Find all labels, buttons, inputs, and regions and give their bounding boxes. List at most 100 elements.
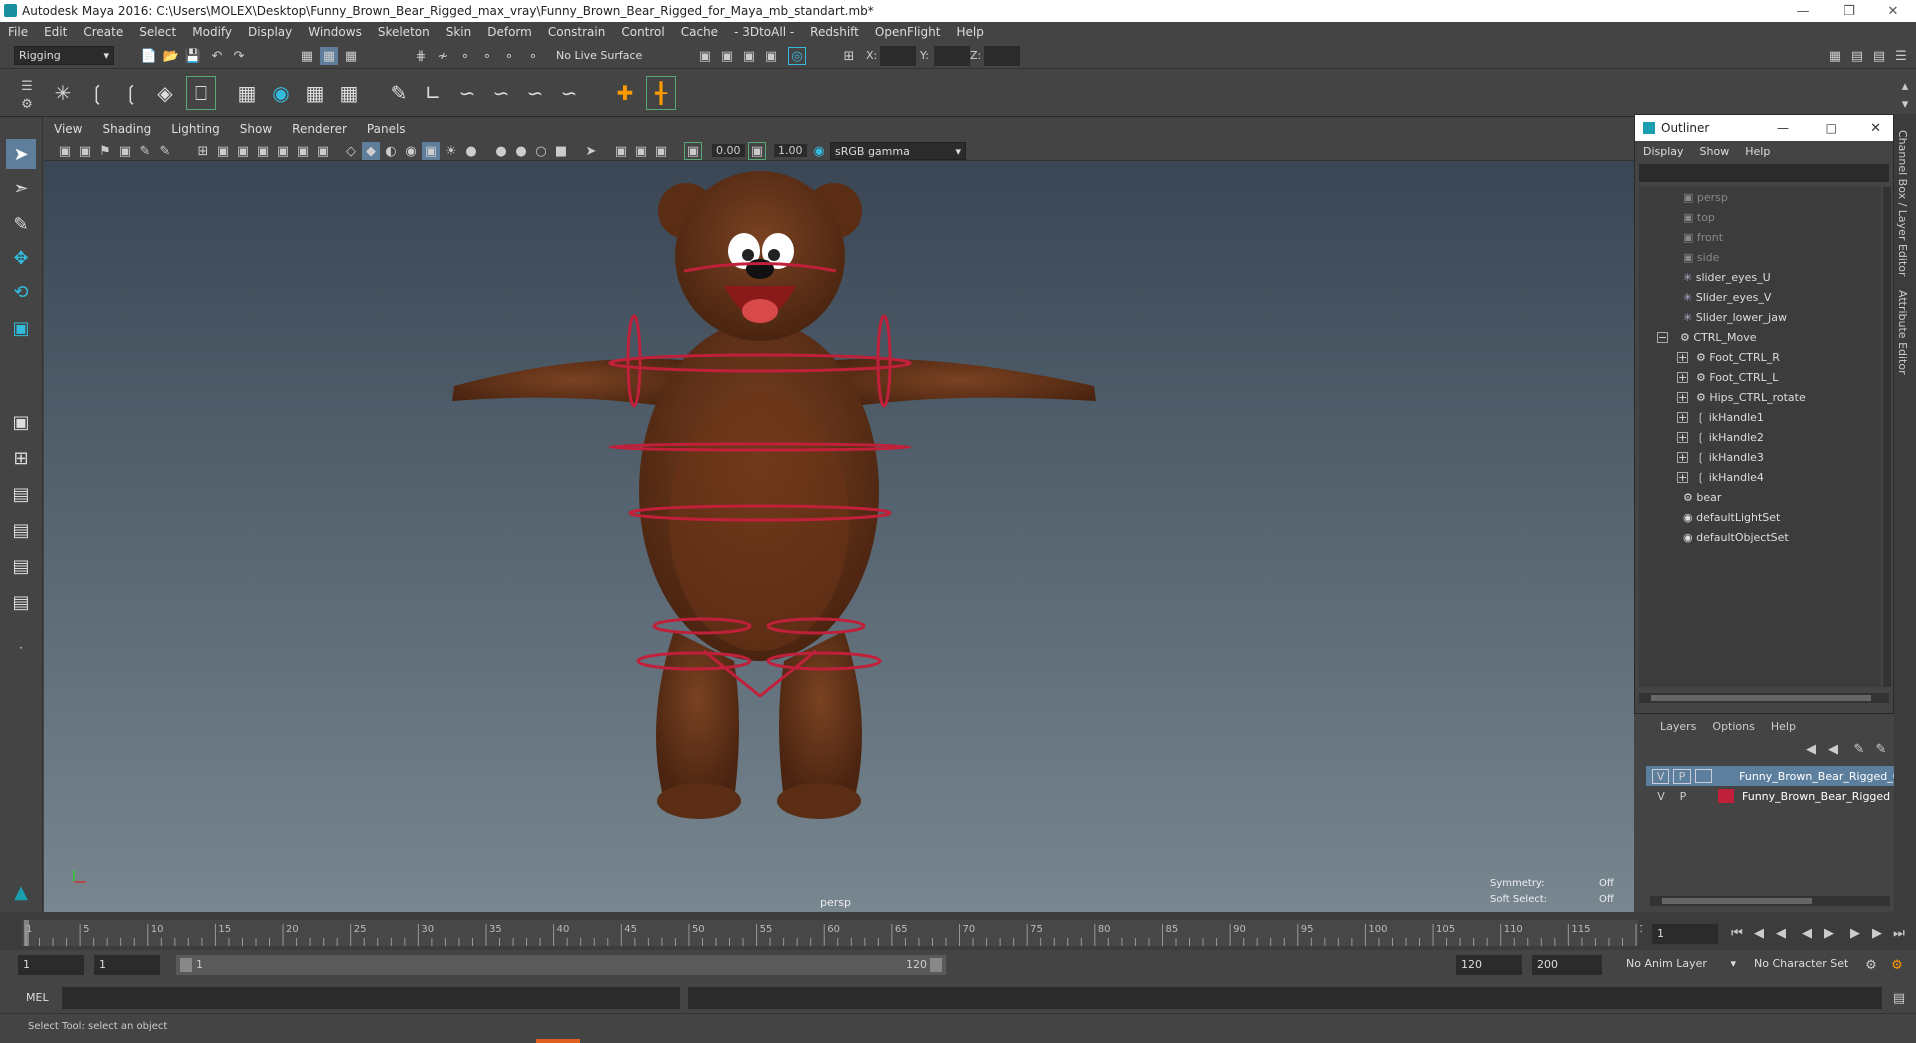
expand-icon[interactable]: + <box>1677 391 1688 403</box>
mel-label[interactable]: MEL <box>26 991 49 1004</box>
menu-skin[interactable]: Skin <box>438 25 480 39</box>
panel-menu-view[interactable]: View <box>44 122 92 136</box>
resolution-gate-icon[interactable]: ▣ <box>234 142 252 160</box>
time-slider[interactable]: 1 5 10 15 20 25 30 35 40 45 50 55 60 65 70 75 80 85 90 95 10… <box>0 912 1916 950</box>
scale-tool-icon[interactable]: ▣ <box>6 313 36 343</box>
x-field[interactable] <box>880 46 916 66</box>
safe-action-icon[interactable]: ▣ <box>294 142 312 160</box>
panel-menu-panels[interactable]: Panels <box>357 122 416 136</box>
character-set-dropdown[interactable]: No Character Set <box>1750 955 1862 974</box>
current-time-indicator[interactable] <box>24 920 29 946</box>
joint-tool-icon[interactable]: ✳ <box>48 76 78 110</box>
ipr-render-icon[interactable]: ▣ <box>740 47 758 65</box>
save-scene-icon[interactable]: 💾 <box>184 47 202 65</box>
list-item[interactable]: ▣ front <box>1683 227 1723 247</box>
list-item[interactable]: ▣ persp <box>1683 187 1728 207</box>
play-backwards-icon[interactable]: ◀ <box>1798 924 1816 942</box>
field-chart-icon[interactable]: ▣ <box>274 142 292 160</box>
scene-start-field[interactable]: 1 <box>18 955 84 975</box>
expand-icon[interactable]: + <box>1677 411 1688 423</box>
list-item[interactable]: ✳ Slider_eyes_V <box>1683 287 1771 307</box>
xray-joints-icon[interactable]: ▣ <box>632 142 650 160</box>
layer-row[interactable]: V P Funny_Brown_Bear_Rigged <box>1646 786 1894 806</box>
y-field[interactable] <box>934 46 970 66</box>
list-item[interactable]: + ❲ ikHandle2 <box>1677 427 1764 447</box>
attribute-editor-tab[interactable]: Attribute Editor <box>1896 290 1909 375</box>
playback-end-field[interactable]: 120 <box>1456 955 1522 975</box>
render-settings-icon[interactable]: ▣ <box>696 47 714 65</box>
move-layer-up-icon[interactable]: ◀ <box>1802 740 1820 758</box>
ik-handle-icon[interactable]: ❲ <box>82 76 112 110</box>
hypershade-icon[interactable]: ◎ <box>788 47 806 65</box>
step-back-key-icon[interactable]: ◀ <box>1750 924 1768 942</box>
playback-toggle[interactable]: P <box>1673 768 1691 784</box>
outliner-horizontal-scrollbar[interactable] <box>1639 693 1889 703</box>
cluster-icon[interactable]: ▦ <box>334 76 364 110</box>
lattice-icon[interactable]: ▦ <box>300 76 330 110</box>
use-default-material-icon[interactable]: ◐ <box>382 142 400 160</box>
menu-display[interactable]: Display <box>240 25 300 39</box>
modeling-toolkit-icon[interactable]: ▦ <box>1826 47 1844 65</box>
expand-icon[interactable]: + <box>1677 431 1688 443</box>
open-scene-icon[interactable]: 📂 <box>162 47 180 65</box>
gate-mask-icon[interactable]: ▣ <box>254 142 272 160</box>
shelf-scroll-up-icon[interactable]: ▴ <box>1896 77 1914 95</box>
list-item[interactable]: − ⚙ CTRL_Move <box>1657 327 1757 347</box>
menu-openflight[interactable]: OpenFlight <box>867 25 949 39</box>
z-field[interactable] <box>984 46 1020 66</box>
go-to-start-icon[interactable]: ⏮ <box>1728 924 1746 942</box>
select-component-icon[interactable]: ▦ <box>342 47 360 65</box>
menu-modify[interactable]: Modify <box>184 25 240 39</box>
menu-3dtoall[interactable]: - 3DtoAll - <box>726 25 802 39</box>
outliner-maximize-button[interactable]: □ <box>1826 121 1837 135</box>
list-item[interactable]: ▣ side <box>1683 247 1719 267</box>
visibility-toggle[interactable]: V <box>1652 790 1670 803</box>
expand-icon[interactable]: + <box>1677 371 1688 383</box>
smooth-shade-icon[interactable]: ◆ <box>362 142 380 160</box>
exposure-icon[interactable]: ▣ <box>684 142 702 160</box>
outliner-menu-show[interactable]: Show <box>1692 145 1738 158</box>
point-constraint-icon[interactable]: ✚ <box>610 76 640 110</box>
film-gate-icon[interactable]: ▣ <box>214 142 232 160</box>
list-item[interactable]: ◉ defaultLightSet <box>1683 507 1780 527</box>
custom-layout-icon[interactable]: · <box>6 633 36 663</box>
close-button[interactable]: ✕ <box>1870 0 1916 22</box>
preferences-icon[interactable]: ⚙ <box>1888 956 1906 974</box>
paint-weights-icon[interactable]: ✎ <box>384 76 414 110</box>
panel-menu-renderer[interactable]: Renderer <box>282 122 357 136</box>
range-slider[interactable]: 1 120 <box>176 955 946 975</box>
menu-skeleton[interactable]: Skeleton <box>370 25 438 39</box>
render-frame-icon[interactable]: ▣ <box>718 47 736 65</box>
auto-key-icon[interactable]: ⚙ <box>1862 956 1880 974</box>
persp-outliner-layout-icon[interactable]: ▤ <box>6 479 36 509</box>
camera-select-icon[interactable]: ▣ <box>56 142 74 160</box>
list-item[interactable]: + ⚙ Hips_CTRL_rotate <box>1677 387 1806 407</box>
depth-of-field-icon[interactable]: ■ <box>552 142 570 160</box>
snap-grid-icon[interactable]: ⋕ <box>412 47 430 65</box>
list-item[interactable]: ▣ top <box>1683 207 1715 227</box>
tool-settings-toggle-icon[interactable]: ▤ <box>1870 47 1888 65</box>
expand-icon[interactable]: + <box>1677 471 1688 483</box>
insert-joint-icon[interactable]: ◈ <box>150 76 180 110</box>
panel-menu-shading[interactable]: Shading <box>92 122 161 136</box>
undo-icon[interactable]: ↶ <box>208 47 226 65</box>
lasso-tool-icon[interactable]: ➣ <box>6 173 36 203</box>
scene-end-field[interactable]: 200 <box>1532 955 1602 975</box>
ik-spline-icon[interactable]: ❲ <box>116 76 146 110</box>
paint-select-icon[interactable]: ✎ <box>6 209 36 239</box>
step-forward-frame-icon[interactable]: ▶ <box>1846 924 1864 942</box>
list-item[interactable]: ✳ Slider_lower_jaw <box>1683 307 1787 327</box>
outliner-close-button[interactable]: ✕ <box>1870 121 1881 136</box>
orient-constraint-icon[interactable]: ╉ <box>646 76 676 110</box>
layer-menu-help[interactable]: Help <box>1763 720 1804 733</box>
camera-attributes-icon[interactable]: ▣ <box>76 142 94 160</box>
panel-menu-show[interactable]: Show <box>230 122 282 136</box>
panel-menu-lighting[interactable]: Lighting <box>161 122 230 136</box>
range-end-handle[interactable] <box>930 958 942 972</box>
expand-icon[interactable]: + <box>1677 351 1688 363</box>
menuset-dropdown[interactable]: Rigging ▾ <box>14 46 114 65</box>
expand-icon[interactable]: + <box>1677 451 1688 463</box>
layer-menu-options[interactable]: Options <box>1704 720 1762 733</box>
wireframe-icon[interactable]: ◇ <box>342 142 360 160</box>
layer-menu-layers[interactable]: Layers <box>1652 720 1704 733</box>
